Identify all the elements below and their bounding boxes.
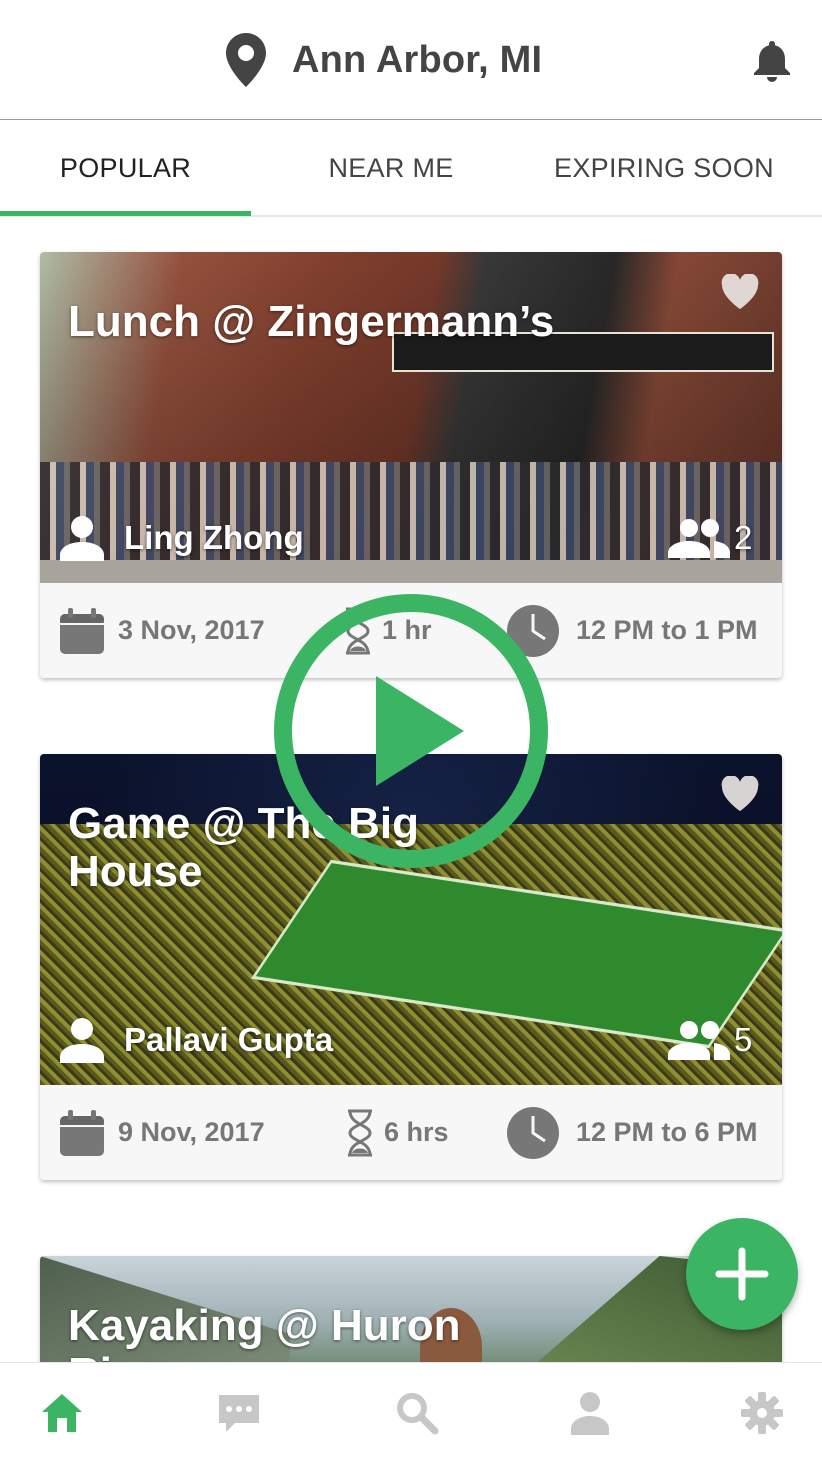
bell-icon[interactable]: [750, 38, 794, 82]
gear-icon: [741, 1392, 783, 1434]
host-name: Pallavi Gupta: [124, 1021, 334, 1058]
tab-near-me[interactable]: NEAR ME: [266, 120, 516, 217]
person-icon: [60, 1018, 104, 1063]
nav-messages[interactable]: [215, 1389, 263, 1437]
play-icon[interactable]: [272, 592, 550, 870]
home-icon: [42, 1394, 82, 1432]
tab-expiring-soon[interactable]: EXPIRING SOON: [530, 120, 798, 217]
event-host: Pallavi Gupta: [60, 1016, 333, 1064]
app-header: Ann Arbor, MI: [0, 0, 822, 120]
event-host: Ling Zhong: [60, 514, 304, 562]
attendee-number: 5: [734, 1021, 753, 1058]
location-label: Ann Arbor, MI: [292, 38, 543, 81]
person-icon: [571, 1392, 609, 1435]
event-date: 9 Nov, 2017: [58, 1085, 265, 1180]
location-selector[interactable]: Ann Arbor, MI: [226, 28, 542, 92]
tab-popular[interactable]: POPULAR: [0, 120, 251, 217]
event-date: 3 Nov, 2017: [58, 583, 265, 678]
chat-icon: [219, 1395, 259, 1432]
heart-icon[interactable]: [720, 776, 760, 812]
search-icon: [397, 1393, 439, 1435]
nav-profile[interactable]: [566, 1389, 614, 1437]
group-icon: [668, 1021, 730, 1060]
date-text: 9 Nov, 2017: [118, 1117, 265, 1147]
clock-icon: [507, 1106, 559, 1159]
event-title: Lunch @ Zingermann’s: [68, 297, 555, 346]
plus-icon: [715, 1247, 769, 1301]
add-event-button[interactable]: [686, 1218, 798, 1330]
nav-home[interactable]: [38, 1389, 86, 1437]
calendar-icon: [60, 1109, 104, 1156]
heart-icon[interactable]: [720, 274, 760, 310]
event-time: 12 PM to 6 PM: [506, 1085, 758, 1180]
nav-settings[interactable]: [738, 1389, 786, 1437]
time-text: 12 PM to 6 PM: [576, 1117, 758, 1147]
event-image: Lunch @ Zingermann’s Ling Zhong 2: [40, 252, 782, 583]
nav-search[interactable]: [393, 1389, 441, 1437]
group-icon: [668, 519, 730, 558]
person-icon: [60, 516, 104, 561]
bottom-navigation: [0, 1362, 822, 1462]
attendee-count: 5: [668, 1018, 752, 1062]
event-duration: 6 hrs: [342, 1085, 449, 1180]
date-text: 3 Nov, 2017: [118, 615, 265, 645]
duration-text: 6 hrs: [384, 1117, 449, 1147]
calendar-icon: [60, 607, 104, 654]
active-tab-indicator: [0, 211, 251, 216]
attendee-number: 2: [734, 519, 753, 556]
filter-tabs: POPULAR NEAR ME EXPIRING SOON: [0, 120, 822, 217]
attendee-count: 2: [668, 516, 752, 560]
sidewalk-shape: [40, 560, 782, 583]
map-pin-icon: [226, 33, 266, 87]
time-text: 12 PM to 1 PM: [576, 615, 758, 645]
host-name: Ling Zhong: [124, 519, 304, 556]
event-details: 9 Nov, 2017 6 hrs 12 PM to 6 PM: [40, 1085, 782, 1180]
hourglass-icon: [348, 1109, 372, 1156]
